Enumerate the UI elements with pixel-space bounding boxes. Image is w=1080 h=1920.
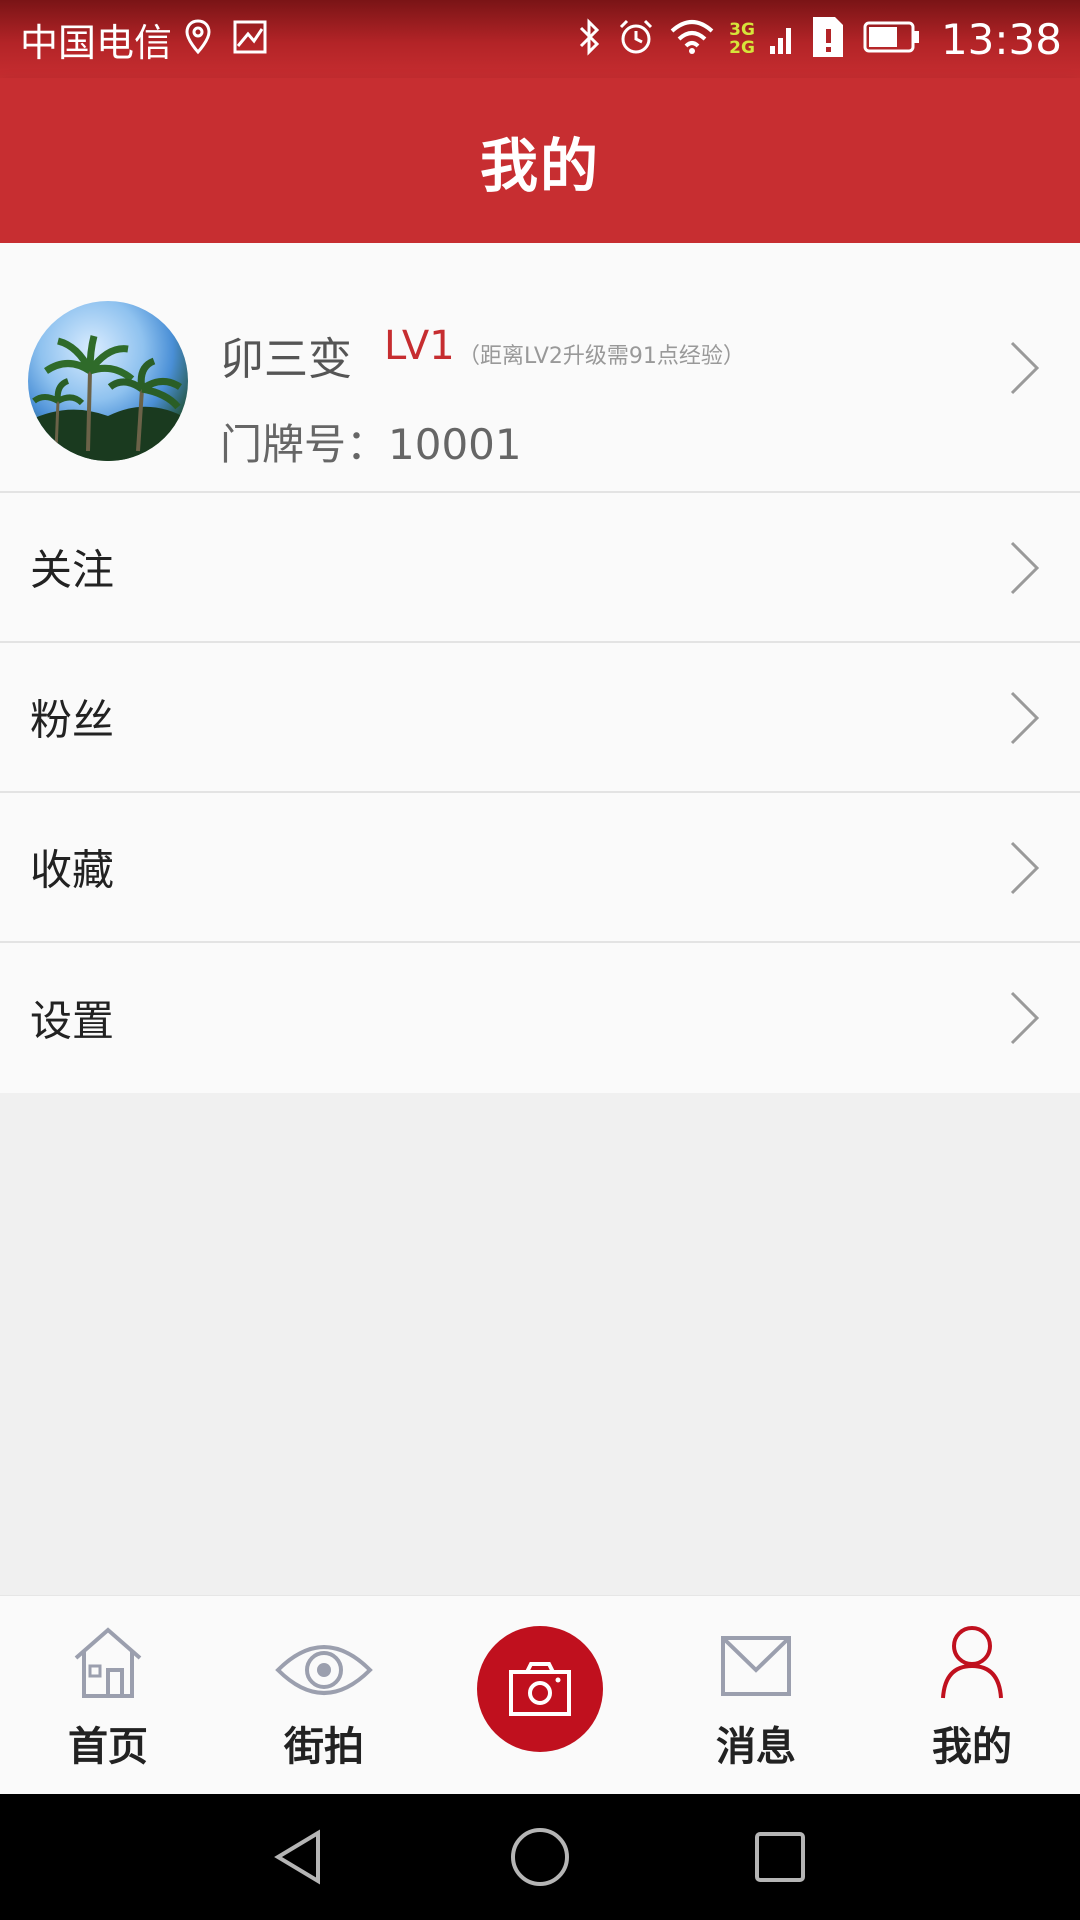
camera-icon	[509, 1662, 571, 1716]
sim-alert-icon	[809, 14, 849, 64]
username: 卯三变	[220, 334, 352, 385]
bluetooth-icon	[577, 17, 603, 61]
mail-icon	[721, 1636, 791, 1696]
menu-item-label: 收藏	[30, 845, 115, 895]
menu-item-settings[interactable]: 设置	[0, 943, 1080, 1093]
chevron-right-icon	[1010, 841, 1040, 895]
menu-item-label: 粉丝	[30, 695, 115, 745]
image-icon	[232, 19, 268, 59]
doorplate-number: 门牌号：10001	[220, 420, 522, 469]
tab-label: 消息	[716, 1724, 796, 1770]
chevron-right-icon	[1010, 541, 1040, 595]
home-button[interactable]	[508, 1794, 572, 1920]
profile-card[interactable]: 卯三变 LV1 （距离LV2升级需91点经验） 门牌号：10001	[0, 243, 1080, 493]
chevron-right-icon	[1010, 991, 1040, 1045]
clock: 13:38	[940, 14, 1062, 64]
chevron-right-icon	[1010, 691, 1040, 745]
alarm-icon	[617, 18, 655, 60]
user-level: LV1	[384, 323, 455, 369]
menu-item-fans[interactable]: 粉丝	[0, 643, 1080, 793]
tab-street-snap[interactable]: 街拍	[216, 1596, 432, 1795]
recents-button[interactable]	[752, 1794, 808, 1920]
status-bar: 中国电信 3G 2G 13:38	[0, 0, 1080, 78]
level-hint: （距离LV2升级需91点经验）	[458, 344, 745, 369]
home-circle-icon	[511, 1828, 569, 1886]
network-type: 3G 2G	[729, 20, 755, 58]
recents-icon	[755, 1832, 805, 1882]
tab-home[interactable]: 首页	[0, 1596, 216, 1795]
chevron-right-icon	[1010, 341, 1040, 395]
eye-icon	[275, 1645, 373, 1695]
menu-item-follow[interactable]: 关注	[0, 493, 1080, 643]
tab-me[interactable]: 我的	[864, 1596, 1080, 1795]
wifi-icon	[669, 19, 715, 59]
menu-item-label: 关注	[30, 545, 115, 595]
back-icon	[274, 1829, 320, 1885]
title-bar: 我的	[0, 78, 1080, 243]
back-button[interactable]	[270, 1794, 326, 1920]
camera-button[interactable]	[477, 1626, 603, 1752]
avatar[interactable]	[28, 301, 188, 461]
tab-label: 我的	[932, 1724, 1012, 1770]
system-nav-bar	[0, 1794, 1080, 1920]
tab-label: 首页	[68, 1724, 148, 1770]
signal-icon	[769, 16, 795, 62]
home-icon	[74, 1627, 142, 1698]
tab-messages[interactable]: 消息	[648, 1596, 864, 1795]
carrier-name: 中国电信	[20, 20, 173, 65]
location-icon	[184, 18, 212, 60]
menu-item-label: 设置	[30, 996, 115, 1046]
menu-item-favorites[interactable]: 收藏	[0, 793, 1080, 943]
user-icon	[941, 1626, 1003, 1699]
tab-label: 街拍	[284, 1724, 364, 1770]
page-title: 我的	[479, 131, 600, 200]
battery-icon	[863, 21, 921, 57]
bottom-tab-bar: 首页 街拍 消息 我的	[0, 1595, 1080, 1794]
